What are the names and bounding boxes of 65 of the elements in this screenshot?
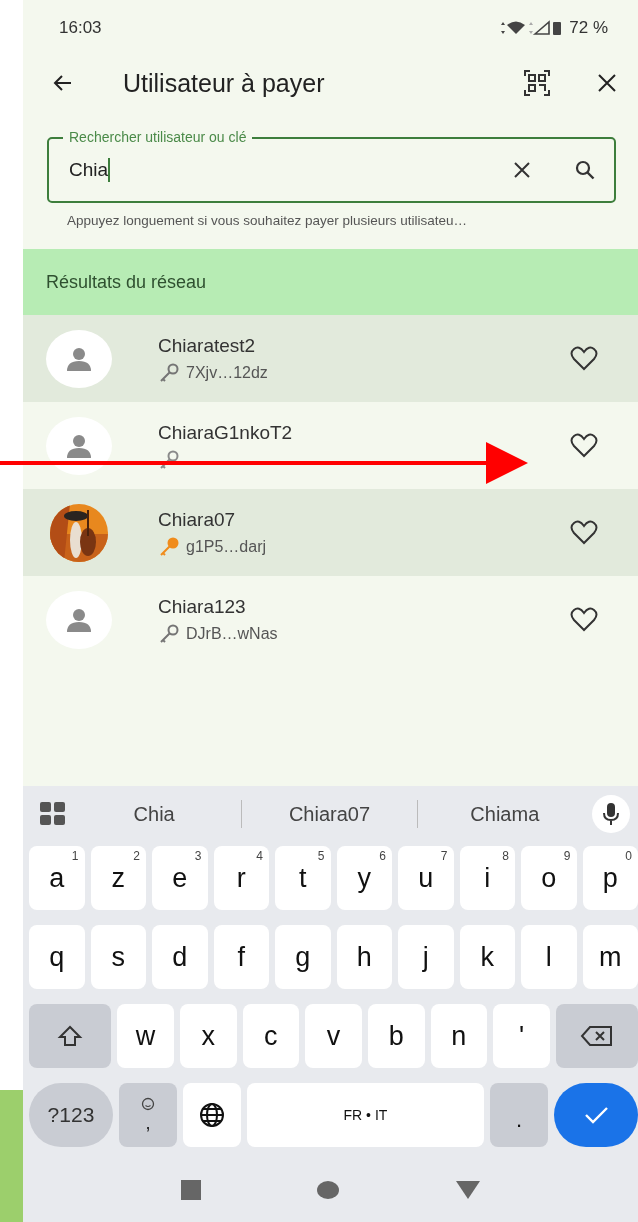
keyboard-key[interactable]: s (90, 925, 146, 989)
user-name: ChiaraG1nkoT2 (158, 421, 294, 444)
keyboard-key[interactable]: h (336, 925, 392, 989)
keyboard-key[interactable]: l (521, 925, 577, 989)
language-key[interactable] (182, 1083, 241, 1147)
search-icon[interactable] (574, 159, 596, 181)
keyboard-key[interactable]: m (582, 925, 638, 989)
status-time: 16:03 (59, 17, 102, 38)
person-icon (65, 607, 93, 632)
home-icon[interactable] (316, 1180, 341, 1200)
keyboard-key[interactable]: g (275, 925, 331, 989)
person-icon (65, 346, 93, 371)
user-name: Chiara07 (158, 508, 237, 531)
user-key: g1P5…darj (186, 537, 267, 556)
enter-key[interactable] (554, 1083, 638, 1147)
keyboard-key[interactable]: j (398, 925, 454, 989)
screen-title: Utilisateur à payer (123, 68, 326, 98)
keyboard-key[interactable]: q (29, 925, 85, 989)
keyboard-key[interactable]: f (213, 925, 269, 989)
globe-icon (198, 1102, 225, 1128)
keyboard-key[interactable]: v (305, 1004, 362, 1068)
user-row[interactable]: Chiaratest2 7Xjv…12dz (23, 315, 638, 402)
user-name: Chiaratest2 (158, 334, 257, 357)
apps-grid-icon[interactable] (39, 800, 67, 828)
shift-arrow-icon (57, 1024, 84, 1048)
back-icon[interactable] (454, 1180, 481, 1200)
keyboard-key[interactable]: d (152, 925, 208, 989)
section-header: Résultats du réseau (23, 249, 638, 315)
keyboard-key[interactable]: b (367, 1004, 425, 1068)
keyboard-key[interactable]: w (117, 1004, 174, 1068)
keyboard-key[interactable]: k (459, 925, 515, 989)
microphone-button[interactable] (592, 795, 630, 833)
keyboard-key[interactable]: x (179, 1004, 237, 1068)
word-suggestion[interactable]: Chiara07 (242, 802, 417, 826)
helper-text: Appuyez longuement si vous souhaitez payer plusieurs utilisateu… (66, 212, 468, 230)
symbols-key[interactable]: ?123 (29, 1083, 113, 1147)
user-name: Chiara123 (158, 595, 247, 618)
backspace-key[interactable] (555, 1004, 638, 1068)
person-icon (65, 433, 93, 458)
qr-scan-icon[interactable] (524, 70, 550, 96)
clear-icon[interactable] (512, 160, 532, 180)
word-suggestion[interactable]: Chia (67, 802, 242, 826)
period-key[interactable]: . (490, 1083, 549, 1147)
recents-icon[interactable] (180, 1179, 203, 1201)
word-suggestion[interactable]: Chiama (417, 802, 592, 826)
smiley-icon (140, 1096, 155, 1111)
favorite-heart-icon[interactable] (570, 345, 598, 372)
space-key[interactable]: FR • IT (246, 1083, 485, 1147)
keyboard-key[interactable]: c (242, 1004, 300, 1068)
keyboard-key[interactable]: ' (493, 1004, 550, 1068)
user-key: 7Xjv…12dz (186, 363, 268, 382)
battery-level: 72 % (569, 17, 608, 38)
user-key: DJrB…wNas (186, 624, 278, 643)
signal-icons (499, 19, 564, 36)
backspace-icon (579, 1024, 614, 1048)
close-icon[interactable] (596, 72, 618, 94)
favorite-heart-icon[interactable] (570, 519, 598, 546)
search-field-label: Rechercher utilisateur ou clé (63, 129, 253, 145)
user-row[interactable]: Chiara07 g1P5…darj (23, 489, 638, 576)
emoji-comma-key[interactable]: , (118, 1083, 177, 1147)
keyboard-key[interactable]: n (430, 1004, 488, 1068)
microphone-icon (602, 802, 620, 826)
favorite-heart-icon[interactable] (570, 432, 598, 459)
favorite-heart-icon[interactable] (570, 606, 598, 633)
shift-key[interactable] (29, 1004, 112, 1068)
